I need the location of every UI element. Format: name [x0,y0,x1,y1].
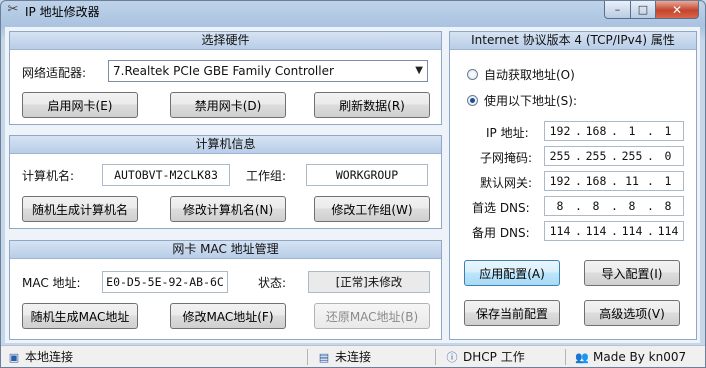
mac-heading: 网卡 MAC 地址管理 [10,241,441,259]
mask-octet-2: 255 [585,149,607,163]
adapter-value: 7.Realtek PCIe GBE Family Controller [113,64,334,78]
info-icon: ⓘ [446,351,458,364]
alternate-dns-label: 备用 DNS: [472,226,530,240]
dns1-octet-3: 8 [628,199,636,213]
mac-status-label: 状态: [258,276,287,290]
maximize-icon: □ [637,3,649,16]
hardware-heading: 选择硬件 [10,32,441,50]
dns1-octet-4: 8 [664,199,672,213]
manual-address-label[interactable]: 使用以下地址(S): [484,92,577,109]
ip-address-input[interactable]: 192. 168. 1. 1 [544,121,684,141]
connection-name-text: 本地连接 [25,350,74,364]
workgroup-label: 工作组: [246,169,287,183]
ip-address-label: IP 地址: [486,126,529,140]
minimize-icon: – [614,3,621,16]
mask-octet-3: 255 [621,149,643,163]
dns2-octet-1: 114 [549,224,571,238]
modify-computer-name-button[interactable]: 修改计算机名(N) [170,196,286,222]
connection-state-text: 未连接 [335,350,372,364]
status-connection-state: ▤ 未连接 [317,346,372,367]
mac-address-field[interactable]: E0-D5-5E-92-AB-6C [102,271,228,293]
minimize-button[interactable]: – [604,1,631,19]
modify-workgroup-button[interactable]: 修改工作组(W) [314,196,430,222]
mac-status-field: [正常]未修改 [308,271,430,293]
status-credit: 👥 Made By kn007 [575,346,687,367]
refresh-data-button[interactable]: 刷新数据(R) [314,92,430,118]
status-bar: ▣ 本地连接 ▤ 未连接 ⓘ DHCP 工作 👥 Made By kn007 [1,345,705,367]
dns1-octet-1: 8 [556,199,564,213]
gateway-octet-2: 168 [585,174,607,188]
computer-name-label: 计算机名: [22,169,75,183]
random-computer-name-button[interactable]: 随机生成计算机名 [22,196,138,222]
hardware-group: 选择硬件 网络适配器: 7.Realtek PCIe GBE Family Co… [9,31,442,125]
mac-group: 网卡 MAC 地址管理 MAC 地址: E0-D5-5E-92-AB-6C 状态… [9,240,442,340]
auto-address-label[interactable]: 自动获取地址(O) [484,66,575,83]
computer-group: 计算机信息 计算机名: AUTOBVT-M2CLK83 工作组: WORKGRO… [9,135,442,229]
users-icon: 👥 [575,351,589,364]
disconnected-icon: ▤ [318,351,330,364]
subnet-mask-input[interactable]: 255. 255. 255. 0 [544,146,684,166]
enable-adapter-button[interactable]: 启用网卡(E) [22,92,138,118]
gateway-octet-1: 192 [549,174,571,188]
mask-octet-1: 255 [549,149,571,163]
save-config-button[interactable]: 保存当前配置 [464,300,560,326]
network-icon: ▣ [8,351,20,364]
adapter-select[interactable]: 7.Realtek PCIe GBE Family Controller ▼ [108,60,428,82]
close-button[interactable]: ✕ [656,1,699,19]
dns2-octet-3: 114 [621,224,643,238]
gateway-input[interactable]: 192. 168. 11. 1 [544,171,684,191]
credit-text: Made By kn007 [593,350,687,364]
restore-mac-button[interactable]: 还原MAC地址(B) [314,303,430,329]
ip-octet-3: 1 [628,124,636,138]
status-dhcp: ⓘ DHCP 工作 [445,346,525,367]
apply-config-button[interactable]: 应用配置(A) [464,260,560,286]
tools-icon: ✂ [7,2,19,17]
alternate-dns-input[interactable]: 114. 114. 114. 114 [544,221,684,241]
ipv4-group: Internet 协议版本 4 (TCP/IPv4) 属性 自动获取地址(O) … [449,31,697,340]
preferred-dns-input[interactable]: 8. 8. 8. 8 [544,196,684,216]
workgroup-field[interactable]: WORKGROUP [306,164,428,186]
gateway-octet-4: 1 [664,174,672,188]
ip-octet-2: 168 [585,124,607,138]
modify-mac-button[interactable]: 修改MAC地址(F) [170,303,286,329]
import-config-button[interactable]: 导入配置(I) [584,260,680,286]
window-title: IP 地址修改器 [25,5,100,19]
client-area: 选择硬件 网络适配器: 7.Realtek PCIe GBE Family Co… [5,27,700,343]
maximize-button[interactable]: □ [631,1,656,19]
preferred-dns-label: 首选 DNS: [472,201,530,215]
mask-octet-4: 0 [664,149,672,163]
ip-octet-1: 192 [549,124,571,138]
ipv4-heading: Internet 协议版本 4 (TCP/IPv4) 属性 [450,32,696,50]
close-icon: ✕ [671,2,683,17]
dhcp-state-text: DHCP 工作 [463,350,525,364]
window-controls: – □ ✕ [604,1,699,19]
title-bar[interactable]: ✂ IP 地址修改器 – □ ✕ [1,1,705,21]
dns2-octet-2: 114 [585,224,607,238]
adapter-label: 网络适配器: [22,66,87,80]
manual-address-radio[interactable] [467,95,478,106]
gateway-label: 默认网关: [480,176,533,190]
auto-address-radio[interactable] [467,69,478,80]
computer-heading: 计算机信息 [10,136,441,154]
advanced-options-button[interactable]: 高级选项(V) [584,300,680,326]
computer-name-field[interactable]: AUTOBVT-M2CLK83 [102,164,230,186]
mac-address-label: MAC 地址: [22,276,81,290]
gateway-octet-3: 11 [625,174,639,188]
app-window: ✂ IP 地址修改器 – □ ✕ 选择硬件 网络适配器: 7.Realtek P… [0,0,706,368]
ip-octet-4: 1 [664,124,672,138]
subnet-mask-label: 子网掩码: [480,151,533,165]
disable-adapter-button[interactable]: 禁用网卡(D) [170,92,286,118]
random-mac-button[interactable]: 随机生成MAC地址 [22,303,138,329]
status-connection-name: ▣ 本地连接 [7,346,74,367]
dns1-octet-2: 8 [592,199,600,213]
chevron-down-icon: ▼ [415,65,423,76]
dns2-octet-4: 114 [657,224,679,238]
